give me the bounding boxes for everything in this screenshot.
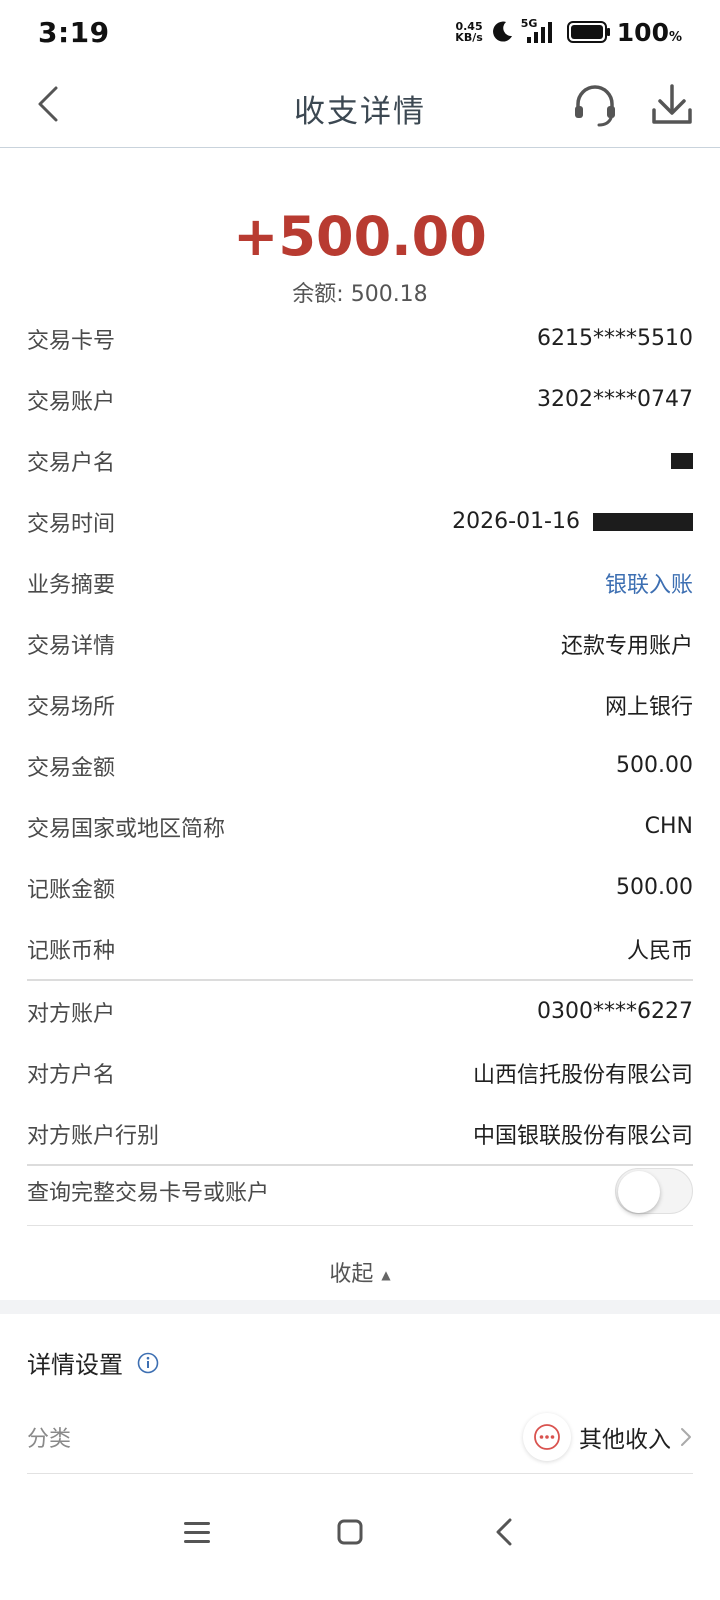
redaction-block bbox=[593, 513, 693, 531]
settings-section-title: 详情设置 bbox=[27, 1345, 159, 1380]
detail-value-link[interactable]: 银联入账 bbox=[605, 567, 693, 599]
back-nav-icon[interactable] bbox=[485, 1512, 525, 1552]
detail-row-currency: 记账币种 人民币 bbox=[27, 918, 693, 979]
detail-value: 3202****0747 bbox=[537, 387, 693, 412]
detail-label: 交易账户 bbox=[27, 389, 116, 415]
detail-value: 还款专用账户 bbox=[560, 633, 693, 659]
detail-row-posted-amount: 记账金额 500.00 bbox=[27, 857, 693, 918]
detail-label: 对方户名 bbox=[27, 1062, 116, 1088]
network-speed-unit: KB/s bbox=[455, 31, 483, 44]
status-indicators: 0.45 KB/s 5G 100% bbox=[455, 17, 682, 47]
status-bar: 3:19 0.45 KB/s 5G 100% bbox=[0, 0, 720, 64]
detail-value: 0300****6227 bbox=[537, 999, 693, 1024]
detail-label: 交易户名 bbox=[27, 450, 116, 476]
settings-title-text: 详情设置 bbox=[27, 1351, 123, 1379]
category-value: 其他收入 bbox=[579, 1426, 671, 1453]
detail-row-summary: 业务摘要 银联入账 bbox=[27, 552, 693, 613]
headset-icon[interactable] bbox=[572, 82, 618, 128]
download-icon[interactable] bbox=[650, 82, 694, 128]
detail-label: 交易场所 bbox=[27, 694, 116, 720]
signal-5g: 5G bbox=[521, 17, 561, 45]
detail-value: 人民币 bbox=[626, 938, 693, 964]
detail-row-amount: 交易金额 500.00 bbox=[27, 735, 693, 796]
detail-row-country: 交易国家或地区简称 CHN bbox=[27, 796, 693, 857]
detail-row-counterparty-name: 对方户名 山西信托股份有限公司 bbox=[27, 1042, 693, 1103]
detail-value: 山西信托股份有限公司 bbox=[472, 1062, 693, 1088]
caret-up-icon: ▲ bbox=[381, 1268, 391, 1282]
menu-icon[interactable] bbox=[177, 1512, 217, 1552]
detail-label: 业务摘要 bbox=[27, 572, 116, 598]
full-number-toggle-row: 查询完整交易卡号或账户 bbox=[27, 1156, 693, 1226]
detail-label: 交易国家或地区简称 bbox=[27, 816, 226, 842]
detail-value: 6215****5510 bbox=[537, 326, 693, 351]
detail-label: 交易卡号 bbox=[27, 328, 116, 354]
detail-row-counterparty-account: 对方账户 0300****6227 bbox=[27, 981, 693, 1042]
moon-icon bbox=[492, 21, 512, 42]
transaction-amount: +500.00 bbox=[233, 205, 487, 268]
redacted-value bbox=[671, 448, 693, 473]
detail-label: 记账金额 bbox=[27, 877, 116, 903]
detail-row-card-number: 交易卡号 6215****5510 bbox=[27, 308, 693, 369]
account-balance: 余额: 500.18 bbox=[292, 282, 428, 307]
switch-knob bbox=[618, 1170, 660, 1213]
detail-label: 交易金额 bbox=[27, 755, 116, 781]
detail-value: 500.00 bbox=[616, 753, 693, 778]
detail-value-time: 2026-01-16 bbox=[452, 509, 693, 534]
system-nav-bar bbox=[0, 1490, 720, 1600]
home-icon[interactable] bbox=[330, 1512, 370, 1552]
detail-value: 500.00 bbox=[616, 875, 693, 900]
nav-bar: 收支详情 bbox=[0, 64, 720, 148]
collapse-button[interactable]: 收起 ▲ bbox=[0, 1256, 720, 1288]
detail-value: 网上银行 bbox=[604, 694, 693, 720]
status-time: 3:19 bbox=[38, 15, 110, 49]
detail-row-account-name: 交易户名 bbox=[27, 430, 693, 491]
detail-row-account: 交易账户 3202****0747 bbox=[27, 369, 693, 430]
detail-label: 交易详情 bbox=[27, 633, 116, 659]
detail-label: 交易时间 bbox=[27, 511, 116, 537]
redaction-block bbox=[671, 453, 693, 469]
more-circle-icon bbox=[523, 1412, 571, 1461]
detail-value: CHN bbox=[644, 814, 693, 839]
info-icon[interactable] bbox=[137, 1352, 159, 1374]
chevron-right-icon bbox=[681, 1427, 691, 1446]
detail-value: 中国银联股份有限公司 bbox=[472, 1123, 693, 1149]
detail-value: 2026-01-16 bbox=[452, 509, 580, 534]
battery-percent: 100% bbox=[617, 18, 682, 47]
detail-list: 交易卡号 6215****5510 交易账户 3202****0747 交易户名… bbox=[27, 308, 693, 1166]
detail-label: 对方账户 bbox=[27, 1001, 116, 1027]
section-divider bbox=[0, 1300, 720, 1314]
toggle-label: 查询完整交易卡号或账户 bbox=[27, 1180, 270, 1206]
category-selector[interactable]: 其他收入 bbox=[523, 1412, 693, 1461]
battery-unit: % bbox=[668, 29, 682, 45]
full-number-switch[interactable] bbox=[615, 1167, 693, 1214]
signal-icon bbox=[526, 22, 552, 43]
category-row[interactable]: 分类 其他收入 bbox=[27, 1400, 693, 1474]
category-label: 分类 bbox=[27, 1426, 72, 1452]
network-speed: 0.45 KB/s bbox=[455, 21, 482, 43]
detail-row-details: 交易详情 还款专用账户 bbox=[27, 613, 693, 674]
detail-label: 对方账户行别 bbox=[27, 1123, 160, 1149]
detail-row-time: 交易时间 2026-01-16 bbox=[27, 491, 693, 552]
detail-row-counterparty-bank: 对方账户行别 中国银联股份有限公司 bbox=[27, 1103, 693, 1164]
battery-value: 100 bbox=[616, 17, 669, 47]
battery-icon bbox=[566, 21, 610, 43]
detail-label: 记账币种 bbox=[27, 938, 116, 964]
detail-row-venue: 交易场所 网上银行 bbox=[27, 674, 693, 735]
collapse-label: 收起 bbox=[329, 1262, 374, 1287]
